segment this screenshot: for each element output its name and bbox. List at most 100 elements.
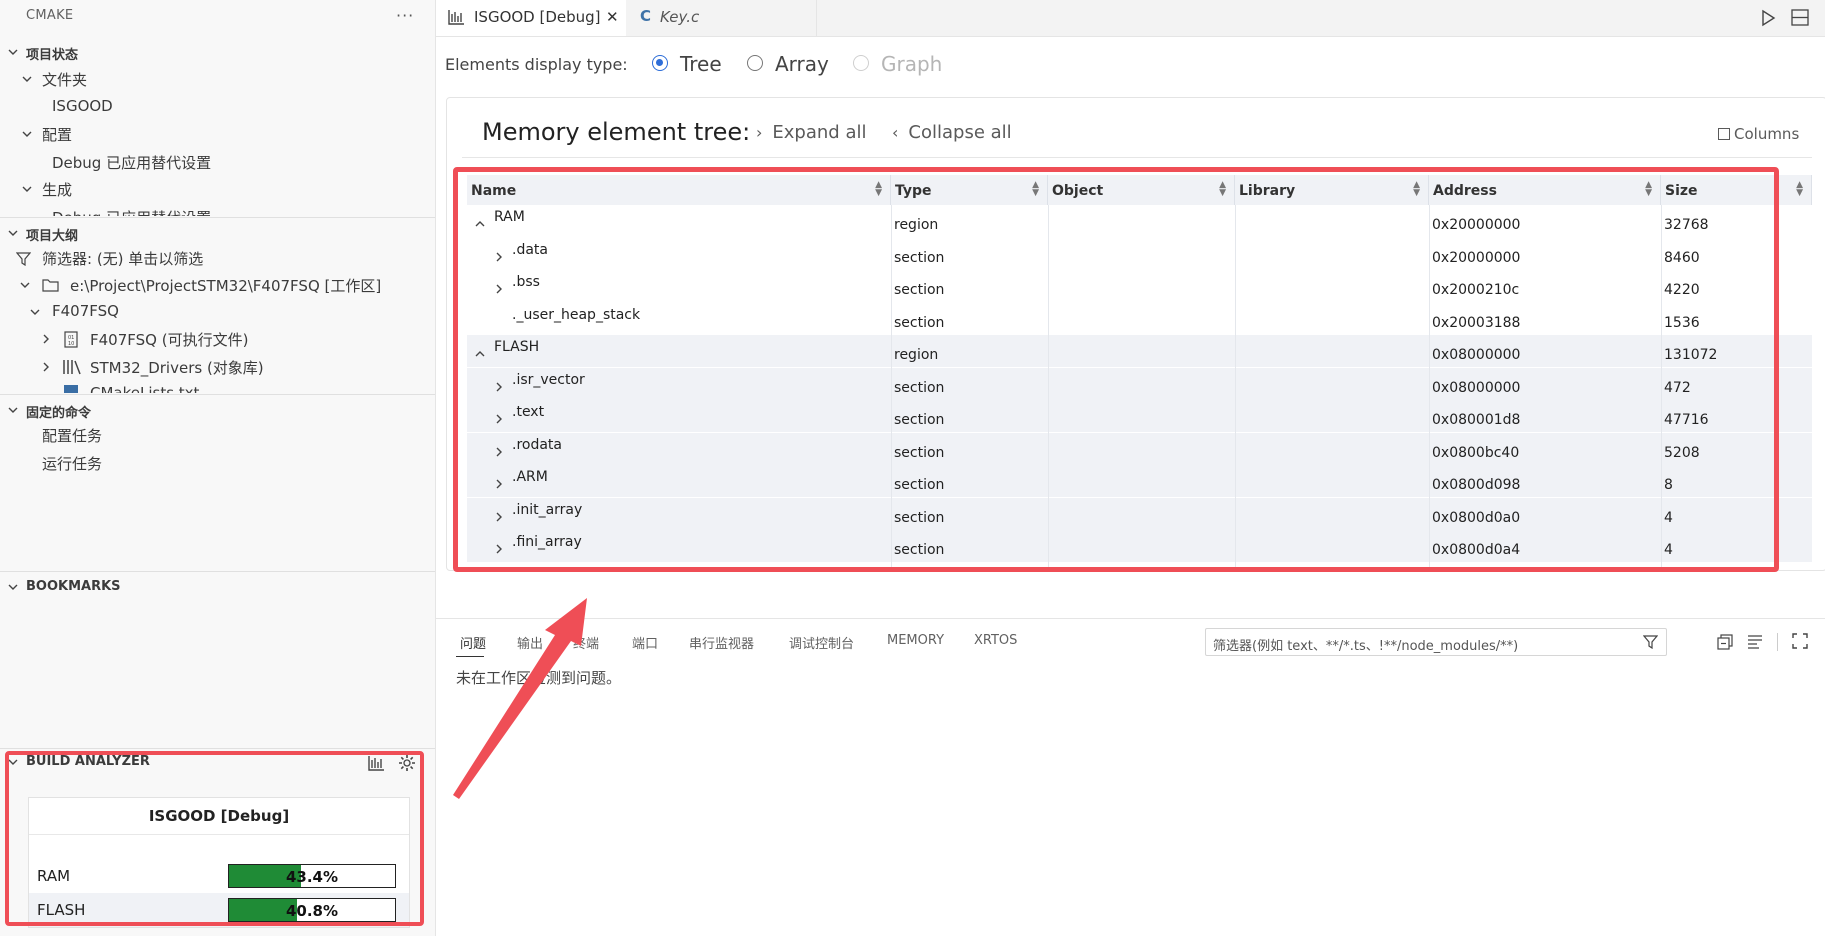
tree-item-folder[interactable]: 文件夹 [0, 66, 435, 93]
split-editor-icon[interactable] [1791, 9, 1809, 26]
cmake-file-icon [64, 385, 78, 393]
section-divider [0, 394, 435, 395]
collapse-all-button[interactable]: ‹ Collapse all [892, 122, 1012, 143]
section-divider [0, 748, 435, 749]
c-file-icon: C [640, 7, 652, 25]
section-bookmarks[interactable]: BOOKMARKS [0, 575, 435, 601]
highlight-box-memory-table [453, 167, 1779, 572]
executable-label: F407FSQ (可执行文件) [90, 331, 249, 349]
outline-filter[interactable]: 筛选器: (无) 单击以筛选 [0, 245, 435, 272]
panel-tab-serial-monitor[interactable]: 串行监视器 [689, 633, 754, 652]
panel-tab-problems[interactable]: 问题 [460, 633, 486, 652]
sidebar-title: CMAKE [26, 8, 74, 23]
panel-tab-output[interactable]: 输出 [517, 633, 543, 652]
radio-tree[interactable] [652, 55, 668, 71]
display-type-label: Elements display type: [445, 55, 628, 74]
svg-text:10: 10 [68, 341, 74, 347]
graph-icon [448, 10, 464, 25]
problems-filter-input[interactable]: 筛选器(例如 text、**/*.ts、!**/node_modules/**) [1205, 628, 1667, 656]
section-label: 项目大纲 [26, 229, 79, 244]
project-label: F407FSQ [52, 302, 119, 320]
section-label: BOOKMARKS [26, 579, 121, 594]
command-label: 配置任务 [42, 427, 103, 445]
more-actions-icon[interactable]: ··· [396, 6, 414, 25]
expand-all-label: Expand all [772, 122, 867, 143]
maximize-panel-icon[interactable] [1792, 633, 1808, 649]
tree-item-config[interactable]: 配置 [0, 121, 435, 148]
cmake-sidebar: CMAKE ··· 项目状态 文件夹 ISGOOD 配置 Debug 已应用替代… [0, 0, 436, 936]
filter-label: 筛选器: (无) 单击以筛选 [42, 250, 204, 268]
radio-graph-label: Graph [881, 52, 943, 76]
chevron-left-icon: ‹ [892, 123, 899, 142]
tree-item-label: Debug 已应用替代设置 [52, 207, 211, 216]
radio-tree-label[interactable]: Tree [680, 52, 722, 76]
run-icon[interactable] [1760, 9, 1776, 27]
binary-icon: 0110 [64, 331, 78, 348]
chevron-down-icon [22, 186, 32, 192]
section-divider [0, 217, 435, 218]
word-wrap-icon[interactable] [1747, 634, 1763, 649]
outline-executable[interactable]: 01 10 F407FSQ (可执行文件) [0, 326, 435, 353]
no-problems-message: 未在工作区检测到问题。 [456, 669, 622, 687]
panel-tab-debug-console[interactable]: 调试控制台 [789, 633, 854, 652]
columns-label: Columns [1734, 125, 1800, 143]
chevron-down-icon [20, 282, 30, 288]
tree-item-label: Debug 已应用替代设置 [52, 154, 212, 172]
tree-item-label: 文件夹 [42, 71, 88, 89]
section-label: 项目状态 [26, 48, 79, 63]
columns-button[interactable]: Columns [1718, 125, 1799, 143]
toolbar-divider [462, 157, 1812, 158]
collapse-all-label: Collapse all [908, 122, 1012, 143]
tree-item-build[interactable]: 生成 [0, 176, 435, 203]
bottom-panel: 问题 输出 终端 端口 串行监视器 调试控制台 MEMORY XRTOS 筛选器… [436, 618, 1825, 937]
outline-project[interactable]: F407FSQ [0, 299, 435, 326]
outline-workspace[interactable]: e:\Project\ProjectSTM32\F407FSQ [工作区] [0, 272, 435, 299]
radio-array-label[interactable]: Array [775, 52, 829, 76]
tree-item-debug-config[interactable]: Debug 已应用替代设置 [0, 149, 435, 176]
tab-isgood-debug[interactable]: ISGOOD [Debug] ✕ [436, 0, 626, 36]
tab-key-c[interactable]: C Key.c [626, 0, 817, 36]
chevron-right-icon [43, 334, 49, 344]
section-divider [0, 571, 435, 572]
tree-item-isgood[interactable]: ISGOOD [0, 94, 435, 121]
chevron-down-icon [22, 76, 32, 82]
section-project-outline[interactable]: 项目大纲 [0, 221, 435, 247]
close-icon[interactable]: ✕ [606, 8, 619, 26]
library-label: STM32_Drivers (对象库) [90, 359, 264, 377]
expand-all-button[interactable]: › Expand all [756, 122, 866, 143]
clipped-row-container: Debug 已应用替代设置 [0, 204, 435, 216]
library-icon [63, 360, 81, 375]
filter-icon[interactable] [1643, 635, 1658, 649]
chevron-down-icon [22, 131, 32, 137]
chevron-down-icon [8, 230, 18, 236]
panel-tab-ports[interactable]: 端口 [632, 633, 658, 652]
chevron-down-icon [8, 407, 18, 413]
clipped-row-container: CMakeLists.txt [0, 381, 435, 393]
section-pinned-commands[interactable]: 固定的命令 [0, 398, 435, 424]
radio-array[interactable] [747, 55, 763, 71]
tree-item-debug-build[interactable]: Debug 已应用替代设置 [0, 204, 435, 216]
panel-tab-xrtos[interactable]: XRTOS [974, 633, 1017, 648]
highlight-box-build-analyzer [5, 751, 424, 926]
outline-cmakelists[interactable]: CMakeLists.txt [0, 381, 435, 393]
memory-tree-title: Memory element tree: [482, 118, 751, 146]
pinned-run-task[interactable]: 运行任务 [0, 450, 435, 477]
filter-placeholder: 筛选器(例如 text、**/*.ts、!**/node_modules/**) [1213, 639, 1519, 654]
section-label: 固定的命令 [26, 406, 92, 421]
chevron-down-icon [30, 309, 40, 315]
tree-item-label: 配置 [42, 126, 73, 144]
outline-library[interactable]: STM32_Drivers (对象库) [0, 354, 435, 381]
section-project-status[interactable]: 项目状态 [0, 40, 435, 66]
radio-graph [853, 55, 869, 71]
pinned-configure-task[interactable]: 配置任务 [0, 422, 435, 449]
panel-tab-terminal[interactable]: 终端 [573, 633, 599, 652]
panel-tab-memory[interactable]: MEMORY [887, 633, 944, 648]
editor-tab-bar: ISGOOD [Debug] ✕ C Key.c [436, 0, 1825, 37]
chevron-right-icon: › [756, 123, 763, 142]
tree-item-label: ISGOOD [52, 97, 113, 115]
filter-icon [16, 252, 31, 266]
collapse-all-icon[interactable] [1717, 634, 1733, 650]
command-label: 运行任务 [42, 455, 103, 473]
chevron-down-icon [8, 584, 18, 590]
chevron-right-icon [43, 362, 49, 372]
